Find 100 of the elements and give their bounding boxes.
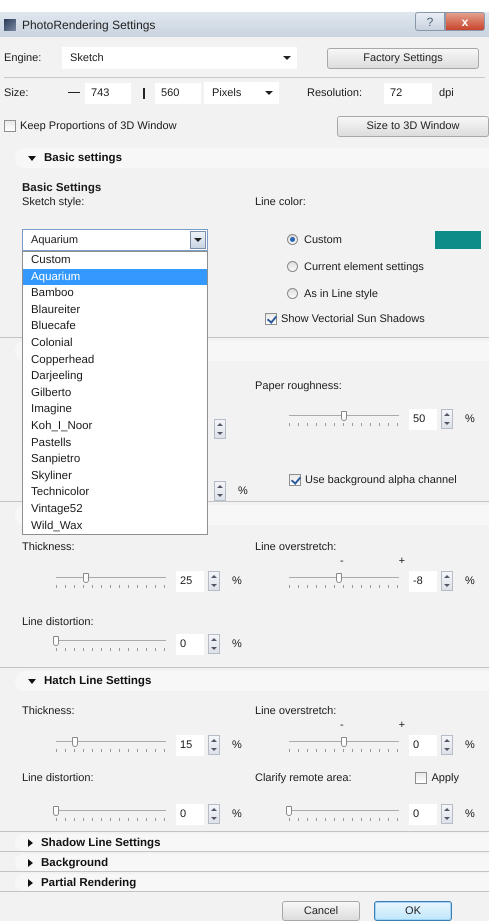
field-label: Line overstretch: bbox=[255, 541, 338, 554]
close-button[interactable]: x bbox=[445, 12, 485, 31]
section-header[interactable]: Hatch Line Settings bbox=[15, 671, 489, 691]
radio-label: As in Line style bbox=[304, 288, 378, 300]
spin-button[interactable] bbox=[441, 804, 453, 824]
slider-thumb[interactable] bbox=[336, 573, 342, 583]
slider[interactable] bbox=[56, 636, 166, 652]
factory-settings-button[interactable]: Factory Settings bbox=[327, 48, 479, 68]
dropdown[interactable]: Pixels bbox=[204, 82, 279, 104]
dropdown-option[interactable]: Darjeeling bbox=[23, 368, 207, 385]
dropdown-option[interactable]: Colonial bbox=[23, 334, 207, 352]
window-title: PhotoRendering Settings bbox=[22, 18, 156, 32]
dropdown-option[interactable]: Koh_I_Noor bbox=[23, 418, 207, 435]
slider-thumb[interactable] bbox=[72, 737, 78, 747]
section-header[interactable]: Partial Rendering bbox=[15, 874, 489, 891]
dropdown-option[interactable]: Sanpietro bbox=[23, 451, 207, 468]
dropdown-option[interactable]: Wild_Wax bbox=[23, 518, 207, 534]
plus-label: + bbox=[398, 720, 405, 732]
input-field[interactable]: 0 bbox=[409, 734, 437, 756]
input-field[interactable]: 0 bbox=[176, 634, 204, 654]
caret-icon bbox=[265, 91, 273, 95]
dropdown-option[interactable]: Bluecafe bbox=[23, 318, 207, 335]
input-field[interactable]: 743 bbox=[85, 82, 131, 104]
slider-thumb[interactable] bbox=[53, 636, 59, 646]
slider[interactable] bbox=[289, 573, 399, 589]
checkbox[interactable] bbox=[415, 772, 428, 784]
help-button[interactable]: ? bbox=[415, 12, 445, 31]
dropdown-option[interactable]: Vintage52 bbox=[23, 500, 207, 518]
dropdown-option[interactable]: Pastells bbox=[23, 434, 207, 452]
slider[interactable] bbox=[56, 737, 166, 753]
input-field[interactable]: 15 bbox=[176, 734, 204, 756]
size-to-3d-button[interactable]: Size to 3D Window bbox=[337, 116, 489, 136]
spin-button[interactable] bbox=[441, 571, 453, 591]
section-header[interactable]: Shadow Line Settings bbox=[15, 834, 489, 851]
section-header[interactable]: Background bbox=[15, 854, 489, 871]
spin-button[interactable] bbox=[214, 481, 226, 501]
ok-button[interactable]: OK bbox=[374, 901, 452, 921]
group-heading: Basic Settings bbox=[22, 182, 102, 194]
dropdown-option[interactable]: Custom bbox=[23, 252, 207, 269]
input-field[interactable]: 72 bbox=[384, 82, 432, 104]
radio-button[interactable] bbox=[287, 288, 298, 299]
unit-label: % bbox=[232, 638, 242, 650]
checkbox[interactable] bbox=[289, 474, 301, 486]
cancel-button[interactable]: Cancel bbox=[282, 901, 360, 921]
spin-button[interactable] bbox=[208, 571, 220, 591]
dropdown[interactable]: Aquarium bbox=[22, 229, 208, 251]
spin-button[interactable] bbox=[208, 804, 220, 824]
field-label: Resolution: bbox=[307, 87, 362, 99]
slider-thumb[interactable] bbox=[341, 737, 347, 747]
field-label: Sketch style: bbox=[22, 196, 86, 209]
unit-label: % bbox=[465, 575, 475, 587]
checkbox-label: Keep Proportions of 3D Window bbox=[20, 120, 177, 132]
slider[interactable] bbox=[289, 411, 399, 427]
caret-right-icon bbox=[28, 858, 33, 866]
unit-label: % bbox=[465, 739, 475, 751]
slider-thumb[interactable] bbox=[341, 411, 347, 421]
slider[interactable] bbox=[289, 806, 399, 822]
input-field[interactable]: -8 bbox=[409, 570, 437, 592]
input-field[interactable]: 0 bbox=[409, 804, 437, 824]
unit-label: % bbox=[465, 413, 475, 425]
unit-label: dpi bbox=[439, 87, 454, 99]
caret-icon bbox=[190, 231, 206, 249]
slider-thumb[interactable] bbox=[82, 573, 89, 583]
plus-label: + bbox=[398, 556, 405, 568]
radio-button[interactable] bbox=[287, 234, 298, 245]
dropdown-option[interactable]: Bamboo bbox=[23, 285, 207, 302]
spin-button[interactable] bbox=[208, 735, 220, 755]
input-field[interactable]: 0 bbox=[176, 804, 204, 824]
dropdown-option[interactable]: Gilberto bbox=[23, 384, 207, 402]
spin-button[interactable] bbox=[214, 419, 226, 439]
slider-thumb[interactable] bbox=[53, 806, 59, 816]
caret-icon bbox=[283, 56, 291, 60]
field-label: Line overstretch: bbox=[255, 705, 338, 718]
color-swatch[interactable] bbox=[435, 230, 481, 248]
spin-button[interactable] bbox=[441, 409, 453, 429]
dropdown-option[interactable]: Skyliner bbox=[23, 468, 207, 484]
section-header[interactable]: Basic settings bbox=[15, 148, 489, 168]
field-label: Clarify remote area: bbox=[255, 772, 352, 785]
slider[interactable] bbox=[56, 806, 166, 822]
slider-thumb[interactable] bbox=[286, 806, 292, 816]
spin-button[interactable] bbox=[441, 735, 453, 755]
dropdown-option[interactable]: Blaureiter bbox=[23, 302, 207, 318]
caret-right-icon bbox=[28, 878, 33, 886]
input-field[interactable]: 560 bbox=[155, 82, 201, 104]
dropdown-option[interactable]: Copperhead bbox=[23, 352, 207, 368]
radio-button[interactable] bbox=[287, 261, 298, 272]
field-label: Thickness: bbox=[22, 705, 76, 718]
dropdown-option[interactable]: Imagine bbox=[23, 401, 207, 418]
checkbox[interactable] bbox=[4, 120, 16, 132]
caret-right-icon bbox=[28, 838, 33, 846]
unit-label: % bbox=[232, 808, 242, 820]
checkbox[interactable] bbox=[265, 313, 277, 325]
radio-label: Current element settings bbox=[304, 260, 424, 272]
dropdown[interactable]: Sketch bbox=[62, 47, 297, 69]
dropdown-option[interactable]: Technicolor bbox=[23, 484, 207, 501]
slider[interactable] bbox=[289, 737, 399, 753]
input-field[interactable]: 25 bbox=[176, 570, 204, 592]
spin-button[interactable] bbox=[208, 634, 220, 654]
slider[interactable] bbox=[56, 573, 166, 589]
input-field[interactable]: 50 bbox=[409, 408, 437, 430]
